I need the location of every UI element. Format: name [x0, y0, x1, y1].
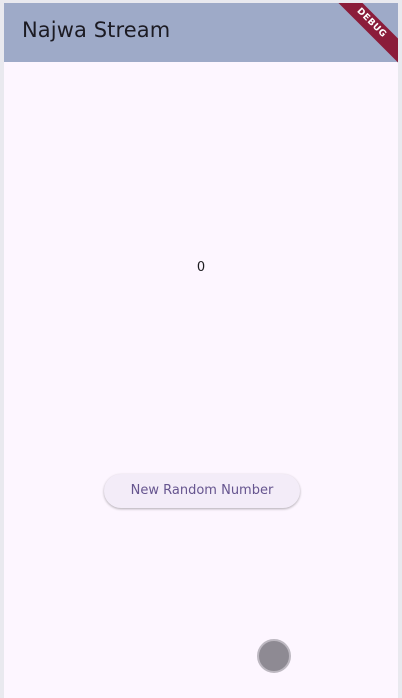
touch-pointer-indicator — [257, 639, 291, 673]
app-window: Najwa Stream DEBUG 0 New Random Number — [4, 3, 398, 698]
new-random-number-button[interactable]: New Random Number — [104, 474, 300, 508]
app-bar: Najwa Stream — [4, 3, 398, 62]
app-bar-title: Najwa Stream — [22, 18, 171, 42]
random-number-display: 0 — [196, 260, 206, 275]
